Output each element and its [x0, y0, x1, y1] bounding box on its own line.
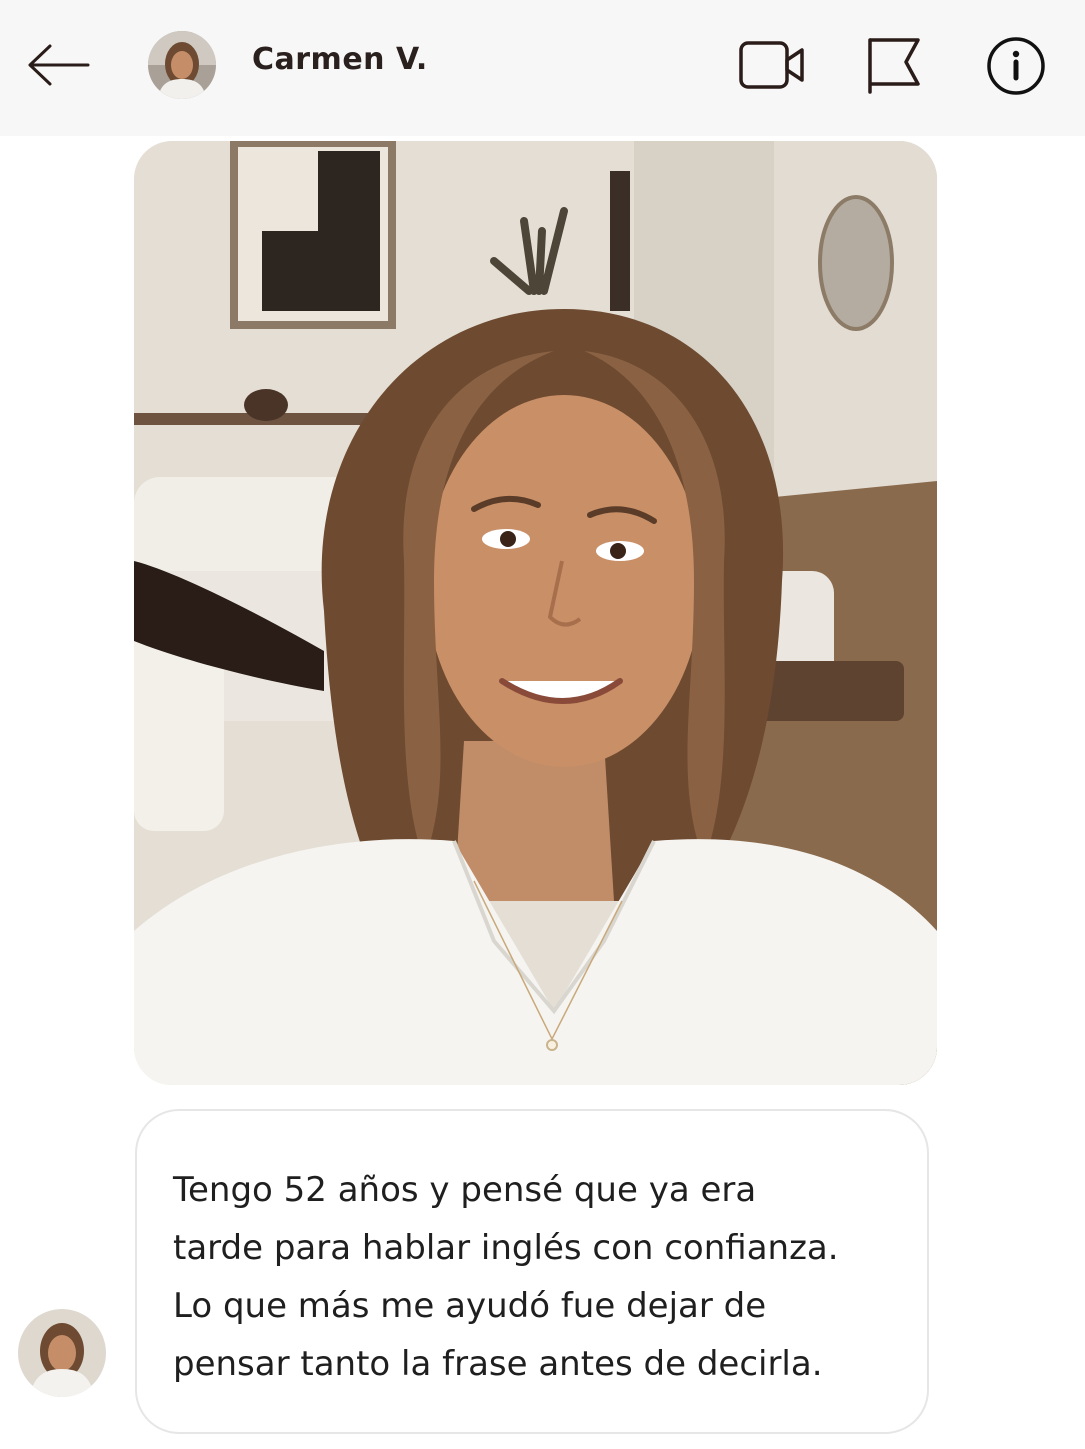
info-icon — [987, 37, 1045, 95]
info-button[interactable] — [980, 30, 1052, 102]
back-button[interactable] — [24, 36, 94, 96]
contact-avatar[interactable] — [148, 31, 216, 99]
flag-icon — [868, 38, 920, 94]
contact-name[interactable]: Carmen V. — [252, 42, 428, 77]
video-camera-icon — [739, 41, 804, 89]
video-call-button[interactable] — [736, 30, 808, 102]
avatar-image — [18, 1309, 106, 1397]
message-text-line: tarde para hablar inglés con confianza. — [173, 1228, 839, 1268]
report-button[interactable] — [860, 30, 932, 102]
text-message-bubble[interactable]: Tengo 52 años y pensé que ya era tarde p… — [135, 1109, 929, 1434]
message-text-line: Tengo 52 años y pensé que ya era — [173, 1170, 757, 1210]
photo-message[interactable] — [134, 141, 937, 1085]
back-arrow-icon — [28, 44, 90, 86]
message-text-line: pensar tanto la frase antes de decirla. — [173, 1344, 823, 1384]
chat-header: Carmen V. — [0, 0, 1085, 136]
message-text-line: Lo que más me ayudó fue dejar de — [173, 1286, 767, 1326]
selfie-photo — [134, 141, 937, 1085]
avatar-image — [148, 31, 216, 99]
sender-avatar[interactable] — [18, 1309, 106, 1397]
